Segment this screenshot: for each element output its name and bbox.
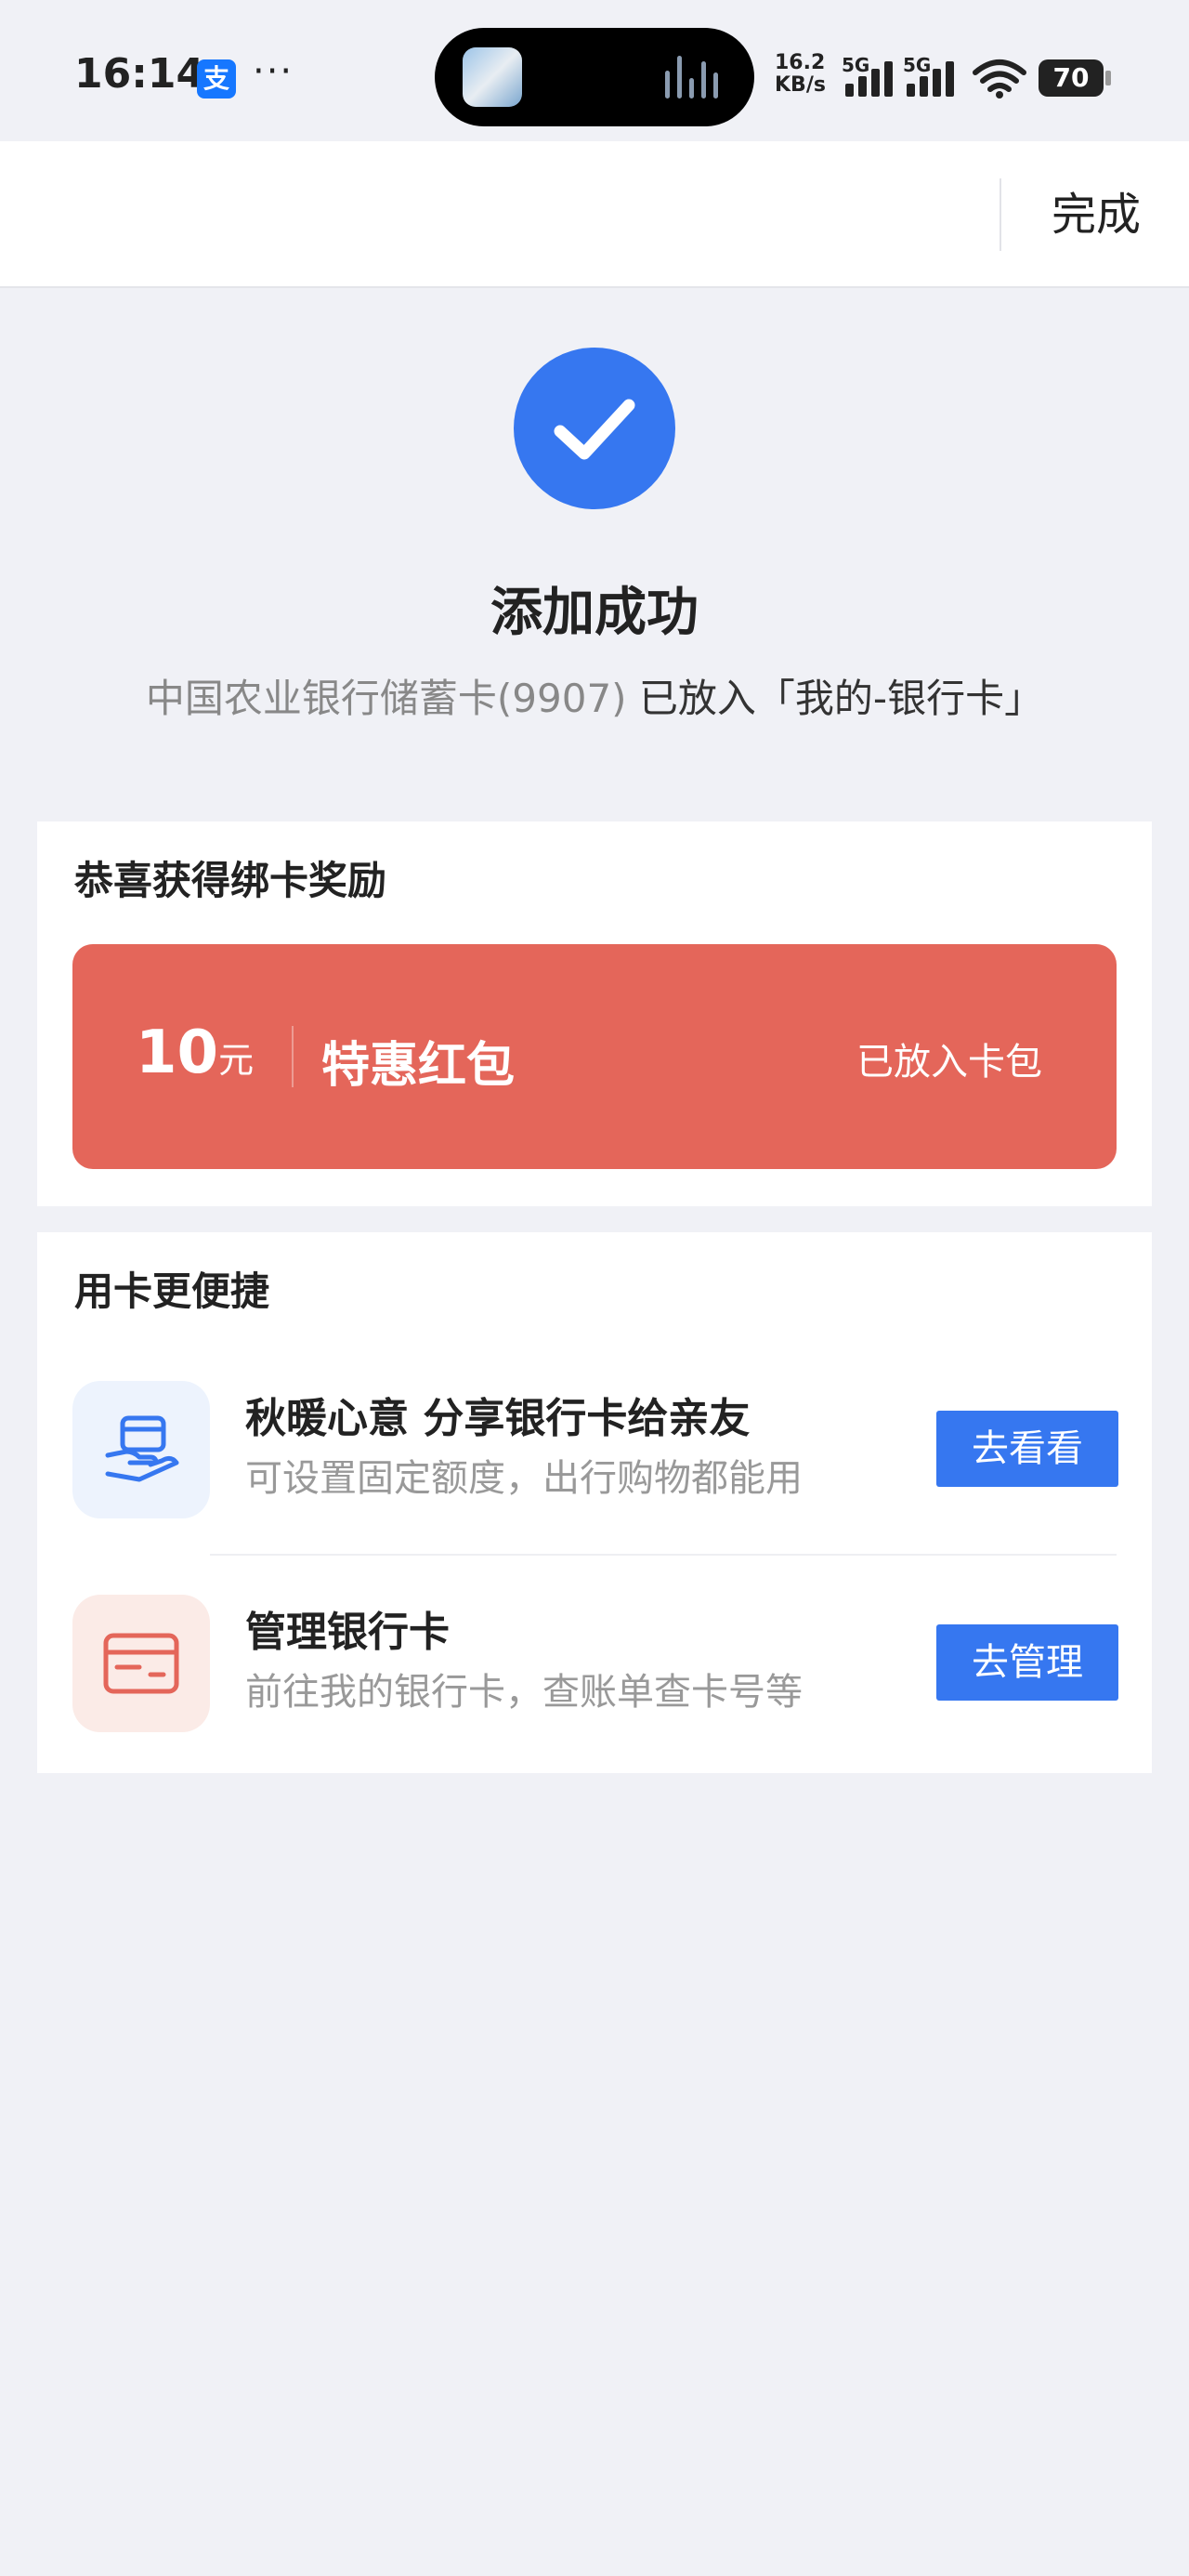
status-time: 16:14 xyxy=(74,50,205,98)
battery-icon: 70 xyxy=(1039,59,1104,97)
wifi-icon xyxy=(972,56,1027,99)
nav-bar: 完成 xyxy=(0,141,1189,288)
check-icon xyxy=(514,348,675,509)
reward-amount: 10元 xyxy=(136,1019,255,1087)
success-subtitle: 中国农业银行储蓄卡(9907) 已放入「我的-银行卡」 xyxy=(0,667,1189,724)
success-title: 添加成功 xyxy=(490,583,699,643)
banner-divider xyxy=(292,1026,294,1087)
network-rate: 16.2 KB/s xyxy=(775,51,826,97)
list-item-manage-card[interactable]: 管理银行卡 前往我的银行卡，查账单查卡号等 去管理 xyxy=(37,1557,1152,1740)
signal-icon: 5G xyxy=(842,54,897,97)
view-button[interactable]: 去看看 xyxy=(936,1411,1118,1487)
status-bar: 16:14 支 ··· 16.2 KB/s 5G 5G 70 xyxy=(0,0,1189,141)
reward-card: 恭喜获得绑卡奖励 10元 特惠红包 已放入卡包 xyxy=(37,821,1152,1206)
audio-wave-icon xyxy=(665,56,721,99)
row-divider xyxy=(210,1554,1117,1556)
done-button[interactable]: 完成 xyxy=(1022,182,1170,247)
list-item-desc: 可设置固定额度，出行购物都能用 xyxy=(245,1457,803,1500)
list-item-title: 管理银行卡 xyxy=(245,1609,450,1656)
card-name: 中国农业银行储蓄卡(9907) xyxy=(145,676,627,721)
reward-name: 特惠红包 xyxy=(321,1038,516,1094)
reward-title: 恭喜获得绑卡奖励 xyxy=(74,858,387,903)
battery-tip xyxy=(1105,71,1111,85)
convenience-title: 用卡更便捷 xyxy=(74,1268,270,1314)
manage-button[interactable]: 去管理 xyxy=(936,1624,1118,1701)
nav-divider xyxy=(1000,178,1001,251)
list-item-desc: 前往我的银行卡，查账单查卡号等 xyxy=(245,1671,803,1714)
alipay-icon: 支 xyxy=(197,59,236,99)
media-thumbnail xyxy=(463,47,522,107)
red-packet-banner[interactable]: 10元 特惠红包 已放入卡包 xyxy=(72,944,1117,1169)
bank-card-icon xyxy=(72,1595,210,1732)
more-notifications-icon: ··· xyxy=(253,50,294,93)
list-item-title: 秋暖心意 分享银行卡给亲友 xyxy=(245,1395,751,1442)
signal-icon: 5G xyxy=(903,54,959,97)
convenience-card: 用卡更便捷 秋暖心意 分享银行卡给亲友 可设置固定额度，出行购物都能用 去看看 … xyxy=(37,1232,1152,1773)
card-destination: 已放入「我的-银行卡」 xyxy=(626,676,1044,721)
reward-status: 已放入卡包 xyxy=(856,1041,1042,1084)
dynamic-island[interactable] xyxy=(435,28,754,126)
hand-card-icon xyxy=(72,1381,210,1518)
list-item-share-card[interactable]: 秋暖心意 分享银行卡给亲友 可设置固定额度，出行购物都能用 去看看 xyxy=(37,1344,1152,1526)
